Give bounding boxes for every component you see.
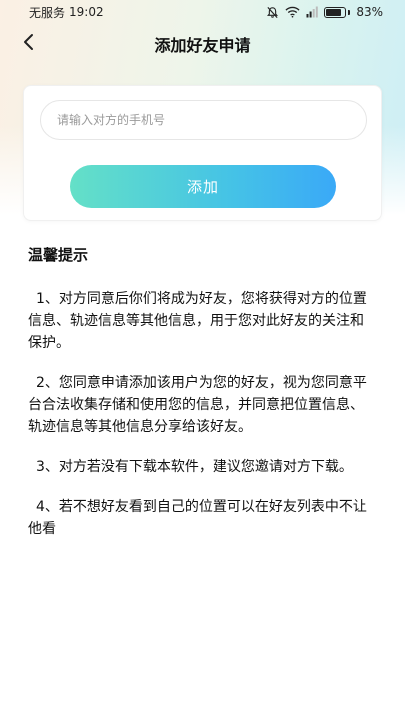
tip-item-1: 1、对方同意后你们将成为好友，您将获得对方的位置信息、轨迹信息等其他信息，用于您…	[28, 291, 367, 351]
status-icons: 83%	[266, 5, 383, 19]
battery-tip	[348, 9, 351, 15]
mute-bell-icon	[266, 6, 279, 19]
status-bar: 无服务 19:02 83%	[0, 0, 405, 24]
battery-percent: 83%	[356, 5, 383, 19]
add-friend-card: 添加	[23, 85, 382, 221]
clock-text: 19:02	[69, 5, 104, 19]
battery-icon	[324, 6, 351, 18]
tip-item-2: 2、您同意申请添加该用户为您的好友，视为您同意平台合法收集存储和使用您的信息，并…	[28, 375, 367, 435]
tips-list: 1、对方同意后你们将成为好友，您将获得对方的位置信息、轨迹信息等其他信息，用于您…	[28, 288, 373, 558]
signal-icon	[306, 6, 319, 18]
tip-item-4: 4、若不想好友看到自己的位置可以在好友列表中不让他看	[28, 499, 367, 537]
app-header: 添加好友申请	[0, 24, 405, 64]
battery-fill	[326, 8, 342, 16]
wifi-icon	[285, 6, 300, 18]
add-button[interactable]: 添加	[70, 165, 336, 208]
battery-body	[324, 6, 347, 18]
chevron-left-icon	[21, 33, 35, 55]
phone-input[interactable]	[40, 100, 367, 140]
tips-title: 温馨提示	[28, 246, 89, 264]
carrier-text: 无服务	[29, 5, 66, 20]
page-title: 添加好友申请	[154, 36, 251, 55]
back-button[interactable]	[14, 30, 42, 58]
tip-item-3: 3、对方若没有下载本软件，建议您邀请对方下载。	[36, 459, 353, 475]
status-left: 无服务 19:02	[29, 4, 104, 21]
